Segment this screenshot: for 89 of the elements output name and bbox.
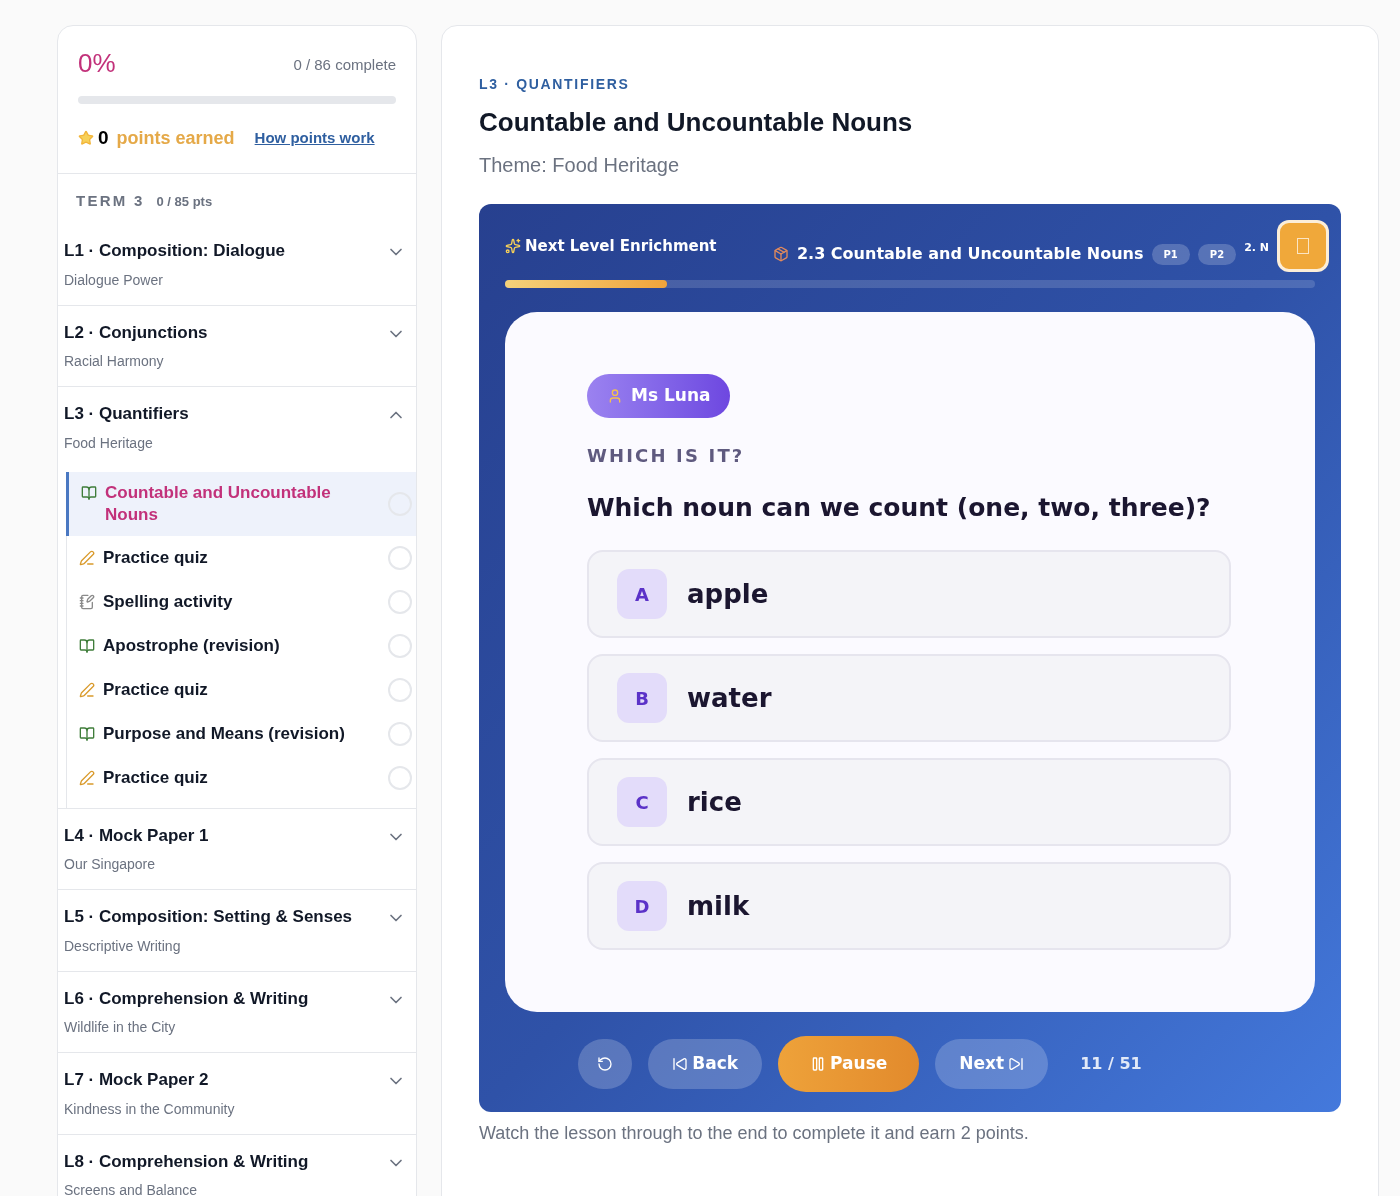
module-header[interactable]: L1 · Composition: Dialogue Dialogue Power (58, 224, 416, 305)
answer-option[interactable]: A apple (587, 550, 1231, 638)
module-subtitle: Descriptive Writing (64, 936, 182, 956)
lesson-title: Practice quiz (103, 678, 209, 701)
lesson-eyebrow: L3 · QUANTIFIERS (479, 75, 631, 94)
option-text: milk (687, 889, 750, 923)
pen-icon (79, 681, 95, 698)
pen-icon (79, 549, 95, 566)
lesson-item[interactable]: Practice quiz (67, 667, 416, 712)
skip-forward-icon (1008, 1056, 1025, 1072)
slide-counter: 11 / 51 (1080, 1053, 1142, 1075)
lesson-title: Spelling activity (103, 590, 234, 613)
module-header[interactable]: L8 · Comprehension & Writing Screens and Balance (58, 1134, 416, 1196)
module-header[interactable]: L5 · Composition: Setting & Senses Descriptive Writing (58, 890, 416, 971)
page-chip[interactable]: P2 (1197, 243, 1237, 265)
teacher-name: Ms Luna (631, 384, 711, 407)
book-icon (79, 637, 95, 654)
module-subtitle: Food Heritage (64, 433, 154, 453)
slide-title: 2.3 Countable and Uncountable Nouns (796, 243, 1144, 265)
module-header[interactable]: L7 · Mock Paper 2 Kindness in the Community (58, 1053, 416, 1134)
module-header[interactable]: L3 · Quantifiers Food Heritage (58, 387, 416, 468)
prompt-label: WHICH IS IT? (587, 443, 746, 468)
book-icon (81, 484, 97, 501)
back-button[interactable]: Back (648, 1039, 763, 1089)
corner-text: 2. N (1244, 239, 1269, 256)
module-header[interactable]: L2 · Conjunctions Racial Harmony (58, 305, 416, 386)
next-button[interactable]: Next (935, 1039, 1049, 1089)
module-subtitle: Dialogue Power (64, 270, 164, 290)
lesson-item[interactable]: Purpose and Means (revision) (67, 711, 416, 756)
points-link[interactable]: How points work (254, 127, 375, 150)
question-text: Which noun can we count (one, two, three)? (587, 491, 1212, 524)
lesson-title: Apostrophe (revision) (103, 634, 281, 657)
module-title: L3 · Quantifiers (64, 403, 189, 425)
module-title: L4 · Mock Paper 1 (64, 824, 209, 847)
lesson-title: Practice quiz (103, 546, 209, 569)
module-subtitle: Our Singapore (64, 855, 157, 874)
lesson-item[interactable]: Practice quiz (67, 755, 416, 800)
module-header[interactable]: L4 · Mock Paper 1 Our Singapore (58, 808, 416, 889)
page-chip[interactable]: P1 (1151, 243, 1190, 265)
star-icon (78, 130, 94, 147)
option-letter: C (617, 777, 667, 827)
option-text: rice (687, 785, 742, 819)
option-letter: B (617, 673, 667, 723)
complete-count: 0 / 86 complete (293, 54, 396, 75)
replay-button[interactable] (578, 1039, 633, 1089)
module-subtitle: Racial Harmony (64, 352, 165, 371)
skip-back-icon (672, 1056, 689, 1072)
person-icon (607, 387, 623, 404)
notepad-icon (79, 593, 95, 610)
lesson-item[interactable]: Practice quiz (67, 535, 416, 580)
pen-icon (79, 769, 95, 786)
module-header[interactable]: L6 · Comprehension & Writing Wildlife in the City (58, 971, 416, 1052)
sparkle-icon (505, 238, 521, 254)
module-subtitle: Screens and Balance (64, 1181, 199, 1196)
lesson-item[interactable]: Spelling activity (67, 579, 416, 624)
option-letter: D (617, 881, 667, 931)
menu-button[interactable] (1277, 220, 1329, 272)
answer-option[interactable]: D milk (587, 862, 1231, 950)
term-points: 0 / 85 pts (156, 192, 213, 211)
module-title: L1 · Composition: Dialogue (64, 240, 285, 262)
lesson-title: Practice quiz (103, 766, 209, 789)
option-text: apple (687, 577, 769, 611)
progress-percent: 0% (78, 50, 116, 76)
points-value: 0 (98, 126, 109, 150)
lesson-title: Countable and Uncountable Nouns (479, 106, 914, 139)
lesson-title: Purpose and Means (revision) (103, 722, 346, 745)
book-icon (79, 725, 95, 742)
points-label: points earned (116, 126, 235, 150)
module-subtitle: Wildlife in the City (64, 1018, 177, 1037)
lesson-title: Countable and Uncountable Nouns (105, 481, 332, 526)
lesson-item[interactable]: Apostrophe (revision) (67, 623, 416, 668)
option-letter: A (617, 569, 667, 619)
replay-icon (597, 1056, 614, 1072)
answer-option[interactable]: C rice (587, 758, 1231, 846)
term-label: TERM 3 (76, 190, 145, 211)
answer-option[interactable]: B water (587, 654, 1231, 742)
brand-name: Next Level Enrichment (525, 235, 717, 257)
module-title: L7 · Mock Paper 2 (64, 1069, 210, 1091)
module-title: L2 · Conjunctions (64, 321, 208, 344)
module-title: L5 · Composition: Setting & Senses (64, 906, 353, 928)
module-subtitle: Kindness in the Community (64, 1099, 235, 1119)
lesson-theme: Theme: Food Heritage (479, 153, 681, 178)
lesson-footer-note: Watch the lesson through to the end to complete it and earn 2 points. (479, 1122, 1030, 1145)
module-title: L6 · Comprehension & Writing (64, 987, 309, 1010)
square-icon (1297, 238, 1309, 254)
option-text: water (687, 681, 772, 715)
module-title: L8 · Comprehension & Writing (64, 1150, 309, 1173)
crate-icon (772, 246, 789, 262)
lesson-item[interactable]: Countable and Uncountable Nouns (66, 471, 416, 536)
